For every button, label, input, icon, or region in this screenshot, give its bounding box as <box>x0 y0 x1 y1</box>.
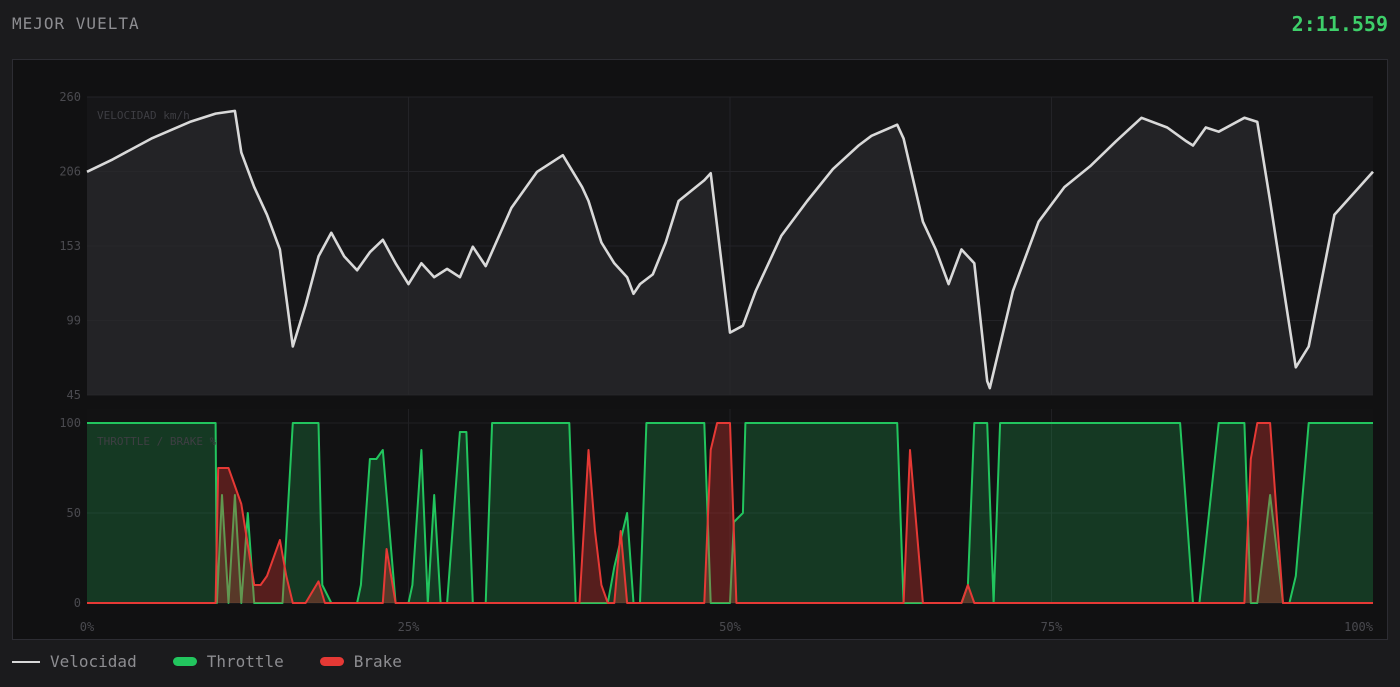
lap-time: 2:11.559 <box>1291 12 1388 36</box>
pedal-panel-title: THROTTLE / BRAKE % <box>97 435 217 448</box>
legend-item-speed[interactable]: Velocidad <box>12 652 137 671</box>
pedal-tick-label: 50 <box>67 506 81 520</box>
x-tick-label: 50% <box>719 620 741 634</box>
x-tick-label: 100% <box>1344 620 1374 634</box>
x-tick-label: 0% <box>80 620 95 634</box>
throttle-swatch <box>172 657 197 666</box>
brake-swatch <box>319 657 344 666</box>
speed-tick-label: 153 <box>59 239 81 253</box>
x-tick-label: 25% <box>398 620 420 634</box>
pedal-tick-label: 0 <box>74 596 81 610</box>
speed-tick-label: 99 <box>67 314 81 328</box>
speed-tick-label: 45 <box>67 388 81 402</box>
legend-item-brake[interactable]: Brake <box>319 652 402 671</box>
speed-line-swatch <box>12 660 40 663</box>
x-tick-label: 75% <box>1041 620 1063 634</box>
speed-panel-title: VELOCIDAD km/h <box>97 109 190 122</box>
speed-tick-label: 206 <box>59 165 81 179</box>
telemetry-chart: 260 206 153 99 45 VELOCIDAD km/h 100 50 0 THROTTL… <box>12 59 1388 640</box>
legend-brake-label: Brake <box>353 652 402 671</box>
legend-item-throttle[interactable]: Throttle <box>172 652 284 671</box>
chart-title: MEJOR VUELTA <box>12 14 140 33</box>
legend-speed-label: Velocidad <box>50 652 137 671</box>
speed-tick-label: 260 <box>59 90 81 104</box>
telemetry-svg: 260 206 153 99 45 VELOCIDAD km/h 100 50 0 THROTTL… <box>59 90 1374 634</box>
pedal-tick-label: 100 <box>59 416 81 430</box>
legend: Velocidad Throttle Brake <box>12 652 402 671</box>
legend-throttle-label: Throttle <box>206 652 284 671</box>
